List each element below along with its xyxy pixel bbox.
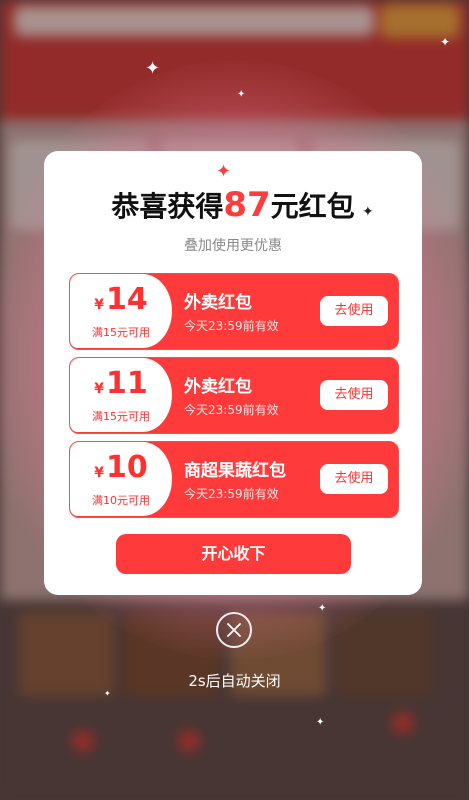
coupon-condition: 满15元可用 <box>92 410 150 423</box>
coupon-value-panel: ¥11 满15元可用 <box>70 358 172 432</box>
sparkle-icon: ✦ <box>440 35 451 49</box>
coupon-expiry: 今天23:59前有效 <box>184 403 279 417</box>
coupon-price: ¥11 <box>70 366 172 401</box>
coupon-amount: 14 <box>106 282 148 317</box>
use-coupon-button[interactable]: 去使用 <box>320 296 388 326</box>
popup-subtitle: 叠加使用更优惠 <box>184 238 282 254</box>
sparkle-icon: ✦ <box>104 689 111 698</box>
title-amount: 87 <box>223 185 271 225</box>
coupon-name: 商超果蔬红包 <box>184 461 286 481</box>
title-suffix: 元红包 <box>270 190 355 223</box>
coupon-condition: 满10元可用 <box>92 494 150 507</box>
use-coupon-button[interactable]: 去使用 <box>320 380 388 410</box>
coupon-condition: 满15元可用 <box>92 326 150 339</box>
sparkle-icon: ✦ <box>237 89 246 100</box>
sparkle-icon: ✦ <box>216 161 232 182</box>
close-button[interactable] <box>216 612 252 648</box>
close-icon <box>227 623 241 637</box>
coupon-price: ¥14 <box>70 282 172 317</box>
currency-symbol: ¥ <box>94 297 104 313</box>
coupon-price: ¥10 <box>70 450 172 485</box>
red-packet-popup: ✦ ✦ 恭喜获得87元红包 叠加使用更优惠 ¥14 满15元可用 外卖红包 今天… <box>44 151 422 595</box>
coupon-name: 外卖红包 <box>184 377 252 397</box>
coupon-name: 外卖红包 <box>184 293 252 313</box>
collect-button[interactable]: 开心收下 <box>116 534 351 574</box>
sparkle-icon: ✦ <box>145 58 161 79</box>
title-prefix: 恭喜获得 <box>111 190 224 223</box>
currency-symbol: ¥ <box>94 465 104 481</box>
coupon-amount: 11 <box>106 366 148 401</box>
currency-symbol: ¥ <box>94 381 104 397</box>
coupon-amount: 10 <box>106 450 148 485</box>
sparkle-icon: ✦ <box>316 717 325 728</box>
popup-title: 恭喜获得87元红包 <box>44 185 422 225</box>
sparkle-icon: ✦ <box>318 603 327 614</box>
use-coupon-button[interactable]: 去使用 <box>320 464 388 494</box>
coupon-expiry: 今天23:59前有效 <box>184 487 279 501</box>
coupon-expiry: 今天23:59前有效 <box>184 319 279 333</box>
coupon-card[interactable]: ¥10 满10元可用 商超果蔬红包 今天23:59前有效 去使用 <box>69 441 399 518</box>
auto-close-countdown: 2s后自动关闭 <box>188 672 281 690</box>
coupon-card[interactable]: ¥14 满15元可用 外卖红包 今天23:59前有效 去使用 <box>69 273 399 350</box>
coupon-value-panel: ¥14 满15元可用 <box>70 274 172 348</box>
coupon-card[interactable]: ¥11 满15元可用 外卖红包 今天23:59前有效 去使用 <box>69 357 399 434</box>
coupon-value-panel: ¥10 满10元可用 <box>70 442 172 516</box>
